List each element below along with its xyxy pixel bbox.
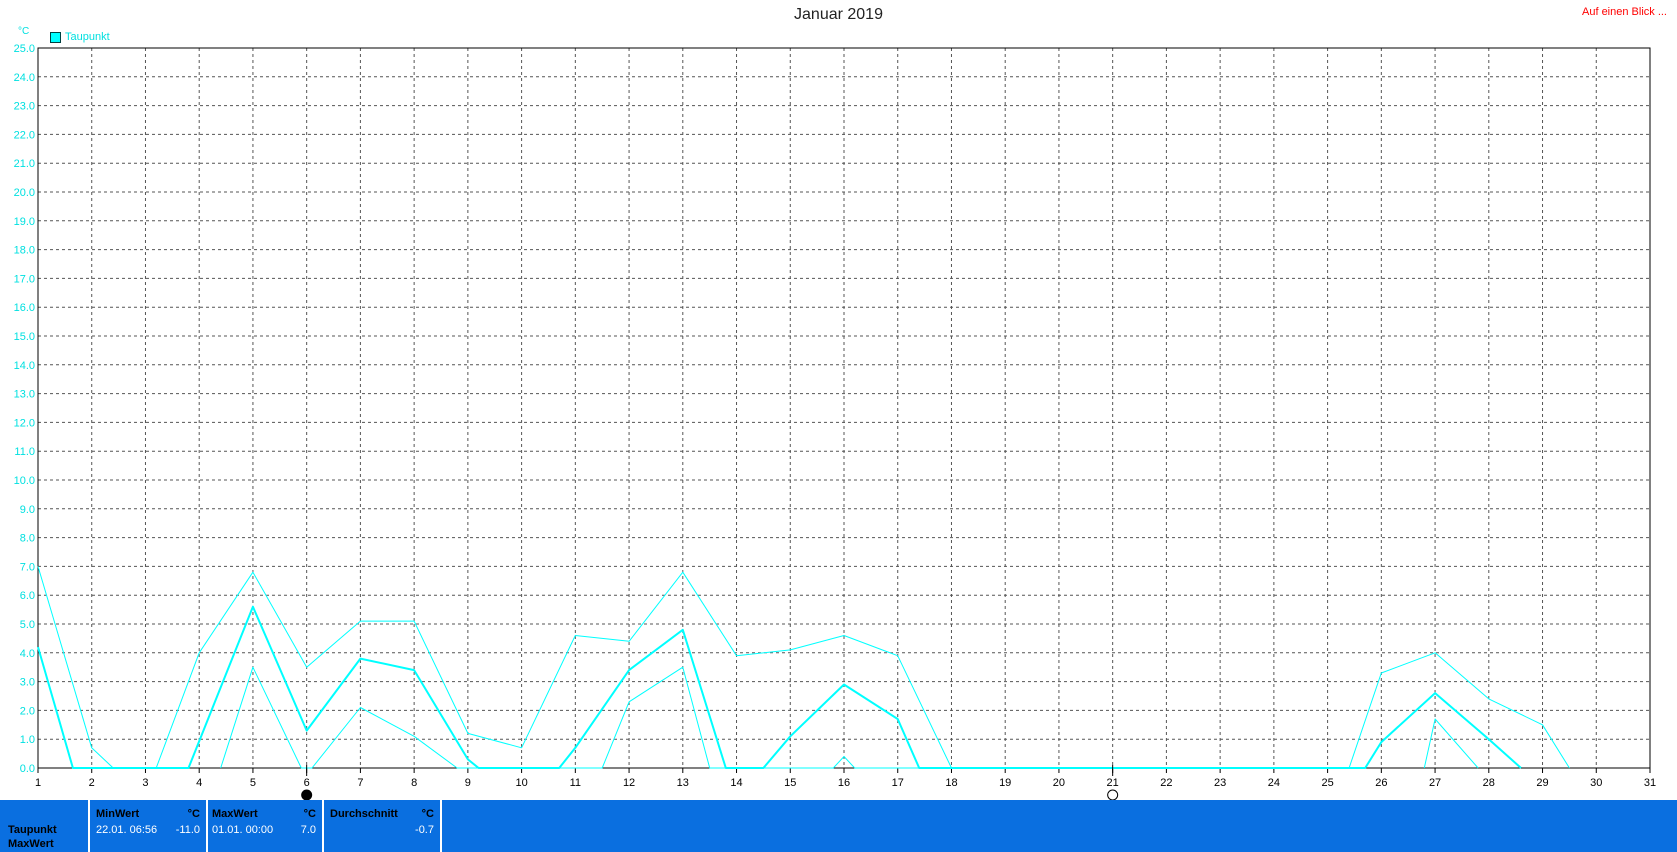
legend-label: Taupunkt [65, 31, 110, 43]
stats-bar: Taupunkt MaxWert MinWert °C 22.01. 06:56… [0, 800, 1677, 852]
x-tick-label: 4 [196, 777, 202, 789]
max-time: 01.01. 00:00 [212, 824, 274, 836]
min-unit: °C [187, 808, 200, 820]
x-tick-label: 29 [1536, 777, 1548, 789]
y-tick-label: 23.0 [14, 101, 35, 113]
x-tick-label: 20 [1053, 777, 1065, 789]
x-tick-label: 28 [1483, 777, 1495, 789]
series-line-max [37, 566, 952, 769]
y-tick-label: 15.0 [14, 331, 35, 343]
legend: Taupunkt [50, 31, 110, 43]
y-tick-label: 12.0 [14, 417, 35, 429]
chart-canvas: 0.01.02.03.04.05.06.07.08.09.010.011.012… [14, 43, 1656, 800]
x-tick-label: 30 [1590, 777, 1602, 789]
max-value: 7.0 [300, 824, 316, 836]
max-unit: °C [303, 808, 316, 820]
x-tick-label: 1 [35, 777, 41, 789]
stats-panel-min: MinWert °C 22.01. 06:56 -11.0 [88, 800, 208, 852]
x-tick-label: 24 [1268, 777, 1280, 789]
y-tick-label: 17.0 [14, 273, 35, 285]
x-tick-label: 11 [570, 777, 581, 789]
x-tick-label: 15 [784, 777, 796, 789]
series-line-mean [37, 605, 1522, 769]
x-tick-label: 13 [677, 777, 689, 789]
stats-panel-max: MaxWert °C 01.01. 00:00 7.0 [206, 800, 324, 852]
moon-full-icon [1107, 789, 1119, 800]
y-tick-label: 25.0 [14, 43, 35, 55]
min-value: -11.0 [175, 824, 200, 836]
y-tick-label: 9.0 [20, 504, 35, 516]
x-tick-label: 31 [1644, 777, 1656, 789]
x-tick-label: 9 [465, 777, 471, 789]
y-tick-label: 8.0 [20, 533, 35, 545]
max-header: MaxWert [212, 808, 258, 820]
x-tick-label: 6 [304, 777, 310, 789]
overview-link[interactable]: Auf einen Blick ... [1582, 6, 1667, 18]
stats-row-label-taupunkt: Taupunkt [8, 824, 57, 836]
avg-header: Durchschnitt [330, 808, 398, 820]
moon-new-icon [301, 789, 313, 800]
x-tick-label: 16 [838, 777, 850, 789]
y-tick-label: 11.0 [14, 446, 35, 458]
y-tick-label: 4.0 [20, 648, 35, 660]
x-tick-label: 23 [1214, 777, 1226, 789]
y-tick-label: 20.0 [14, 187, 35, 199]
x-tick-label: 26 [1375, 777, 1387, 789]
x-tick-label: 7 [357, 777, 363, 789]
x-tick-label: 8 [411, 777, 417, 789]
x-tick-label: 27 [1429, 777, 1441, 789]
x-tick-label: 2 [89, 777, 95, 789]
y-axis-unit: °C [18, 26, 30, 37]
y-tick-label: 2.0 [20, 705, 35, 717]
x-tick-label: 22 [1160, 777, 1172, 789]
y-tick-label: 13.0 [14, 389, 35, 401]
y-tick-label: 19.0 [14, 216, 35, 228]
x-tick-label: 21 [1107, 777, 1119, 789]
x-tick-label: 14 [730, 777, 742, 789]
legend-swatch [50, 31, 61, 43]
stats-panel-avg: Durchschnitt °C -0.7 [324, 800, 442, 852]
y-tick-label: 24.0 [14, 72, 35, 84]
y-tick-label: 10.0 [14, 475, 35, 487]
y-tick-label: 0.0 [20, 763, 35, 775]
y-tick-label: 3.0 [20, 677, 35, 689]
x-tick-label: 19 [999, 777, 1011, 789]
chart-title: Januar 2019 [794, 6, 883, 23]
y-tick-label: 5.0 [20, 619, 35, 631]
y-tick-label: 22.0 [14, 129, 35, 141]
y-tick-label: 16.0 [14, 302, 35, 314]
y-tick-label: 21.0 [14, 158, 35, 170]
stats-row-label-maxwert: MaxWert [8, 838, 54, 850]
y-tick-label: 14.0 [14, 360, 35, 372]
y-tick-label: 6.0 [20, 590, 35, 602]
y-tick-label: 7.0 [20, 561, 35, 573]
x-tick-label: 25 [1321, 777, 1333, 789]
y-tick-label: 1.0 [20, 734, 35, 746]
x-tick-label: 10 [515, 777, 527, 789]
y-tick-label: 18.0 [14, 245, 35, 257]
avg-value: -0.7 [415, 824, 434, 836]
x-tick-label: 5 [250, 777, 256, 789]
series-line-min-low [1423, 718, 1479, 769]
x-tick-label: 17 [892, 777, 904, 789]
x-tick-label: 3 [142, 777, 148, 789]
x-tick-label: 12 [623, 777, 635, 789]
x-tick-label: 18 [945, 777, 957, 789]
avg-unit: °C [421, 808, 434, 820]
min-header: MinWert [96, 808, 140, 820]
min-time: 22.01. 06:56 [96, 824, 158, 836]
